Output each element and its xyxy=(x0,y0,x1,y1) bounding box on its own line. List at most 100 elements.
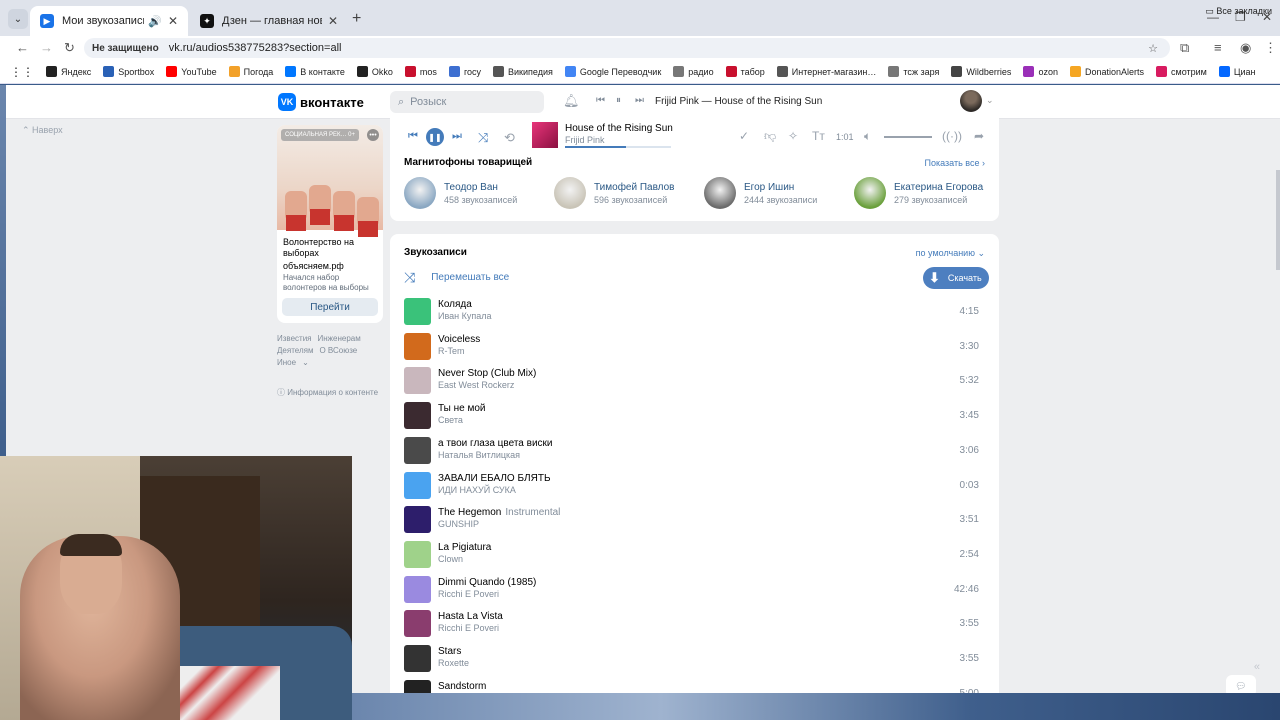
track-artist[interactable]: Света xyxy=(438,415,463,425)
ad-domain[interactable]: объясняем.рф xyxy=(283,261,344,271)
notifications-bell-icon[interactable]: 🔔︎ xyxy=(563,93,580,109)
bookmark-item[interactable]: Wildberries xyxy=(951,66,1011,77)
bookmark-item[interactable]: ozon xyxy=(1023,66,1058,77)
track-cover[interactable] xyxy=(404,540,431,568)
track-cover[interactable] xyxy=(404,367,431,395)
track-row[interactable]: Hasta La Vista Ricchi E Poveri 3:55 xyxy=(404,608,987,638)
ad-more-icon[interactable]: ••• xyxy=(367,129,379,141)
track-artist[interactable]: GUNSHIP xyxy=(438,519,479,529)
chevron-down-icon[interactable]: ⌄ xyxy=(986,95,994,106)
bookmark-item[interactable]: Okko xyxy=(356,66,393,77)
footer-link[interactable]: Известия xyxy=(277,334,312,343)
bookmark-item[interactable]: табор xyxy=(725,66,765,77)
sparkle-icon[interactable]: ✧ xyxy=(788,129,798,143)
bookmark-item[interactable]: Википедия xyxy=(493,66,553,77)
track-artist[interactable]: East West Rockerz xyxy=(438,380,514,390)
next-track-icon[interactable]: ⏭ xyxy=(452,130,462,143)
track-row[interactable]: Коляда Иван Купала 4:15 xyxy=(404,296,987,326)
friend-name[interactable]: Теодор Ван xyxy=(444,182,498,193)
chat-icon[interactable]: 💬︎ xyxy=(1226,675,1256,693)
tab-search-button[interactable]: ⌄ xyxy=(8,9,28,29)
track-row[interactable]: Voiceless R-Tem 3:30 xyxy=(404,331,987,361)
friend-item[interactable]: Екатерина Егорова 279 звукозаписей xyxy=(854,177,1004,211)
friend-item[interactable]: Теодор Ван 458 звукозаписей xyxy=(404,177,554,211)
forward-icon[interactable]: → xyxy=(40,40,53,55)
track-title[interactable]: Hasta La Vista xyxy=(438,611,503,622)
sort-dropdown[interactable]: по умолчанию ⌄ xyxy=(916,248,985,259)
track-artist[interactable]: Roxette xyxy=(438,658,469,668)
ad-card[interactable]: СОЦИАЛЬНАЯ РЕК… 0+ ••• Волонтерство на в… xyxy=(277,125,383,323)
track-row[interactable]: La Pigiatura Clown 2:54 xyxy=(404,539,987,569)
track-title[interactable]: Ты не мой xyxy=(438,403,486,414)
shuffle-icon[interactable]: ⤨ xyxy=(478,130,488,146)
scroll-up-link[interactable]: ⌃ Наверх xyxy=(22,125,63,136)
pause-button[interactable]: ❚❚ xyxy=(426,128,444,146)
track-title[interactable]: The Hegemon xyxy=(438,507,501,518)
search-input[interactable]: ⌕ Розыск xyxy=(390,91,544,113)
tab-dzen[interactable]: ✦ Дзен — главная новостная ин… ✕ xyxy=(190,6,348,36)
track-artist[interactable]: Наталья Витлицкая xyxy=(438,450,520,460)
header-next-icon[interactable]: ⏭ xyxy=(635,95,644,106)
footer-link[interactable]: Деятелям xyxy=(277,346,313,355)
bookmark-item[interactable]: DonationAlerts xyxy=(1069,66,1144,77)
bookmark-item[interactable]: Погода xyxy=(228,66,273,77)
track-artist[interactable]: Ricchi E Poveri xyxy=(438,589,499,599)
track-row[interactable]: Sandstorm5:00 xyxy=(404,678,987,693)
vk-logo[interactable]: VK вконтакте xyxy=(278,93,364,111)
lyrics-icon[interactable]: Tт xyxy=(812,129,825,143)
header-now-playing[interactable]: Frijid Pink — House of the Rising Sun xyxy=(655,96,822,107)
friend-item[interactable]: Тимофей Павлов 596 звукозаписей xyxy=(554,177,704,211)
shuffle-all-button[interactable]: ⤨ Перемешать все xyxy=(404,269,509,286)
footer-link[interactable]: Инженерам xyxy=(318,334,361,343)
volume-icon[interactable]: 🔈︎ xyxy=(864,129,871,144)
all-bookmarks[interactable]: ▭ Все закладки xyxy=(1205,6,1272,17)
track-title[interactable]: ЗАВАЛИ ЕБАЛО БЛЯТЬ xyxy=(438,473,551,484)
extensions-icon[interactable]: ⧉ xyxy=(1180,40,1189,56)
track-row[interactable]: ЗАВАЛИ ЕБАЛО БЛЯТЬ ИДИ НАХУЙ СУКА 0:03 xyxy=(404,470,987,500)
bookmark-item[interactable]: В контакте xyxy=(285,66,345,77)
bookmark-item[interactable]: тсж заря xyxy=(888,66,939,77)
prev-track-icon[interactable]: ⏮ xyxy=(408,130,418,143)
bookmark-item[interactable]: радио xyxy=(673,66,714,77)
track-cover[interactable] xyxy=(404,679,431,693)
track-title[interactable]: Коляда xyxy=(438,299,472,310)
scrollbar[interactable] xyxy=(1276,170,1280,270)
profile-icon[interactable]: ◉ xyxy=(1240,40,1251,56)
track-row[interactable]: Ты не мой Света 3:45 xyxy=(404,400,987,430)
track-title[interactable]: Stars xyxy=(438,646,461,657)
footer-link[interactable]: Иное xyxy=(277,358,296,367)
apps-icon[interactable]: ⋮⋮ xyxy=(10,65,34,79)
track-title[interactable]: Voiceless xyxy=(438,334,480,345)
bookmark-star-icon[interactable]: ☆ xyxy=(1148,42,1158,55)
bookmark-item[interactable]: Циан xyxy=(1218,66,1256,77)
friend-name[interactable]: Тимофей Павлов xyxy=(594,182,675,193)
track-cover[interactable] xyxy=(404,436,431,464)
security-warning[interactable]: Не защищено xyxy=(92,43,159,54)
close-tab-icon[interactable]: ✕ xyxy=(328,14,338,28)
bookmark-item[interactable]: Sportbox xyxy=(103,66,154,77)
bookmark-item[interactable]: госу xyxy=(448,66,481,77)
reload-icon[interactable]: ↻ xyxy=(64,40,75,56)
url-field[interactable]: Не защищено vk.ru/audios538775283?sectio… xyxy=(84,38,1170,58)
ad-go-button[interactable]: Перейти xyxy=(282,298,378,316)
add-check-icon[interactable]: ✓ xyxy=(739,129,749,143)
track-cover[interactable] xyxy=(404,506,431,534)
track-title[interactable]: Sandstorm xyxy=(438,681,486,692)
bookmark-item[interactable]: mos xyxy=(404,66,437,77)
collapse-sidebar-icon[interactable]: « xyxy=(1254,661,1260,673)
repeat-icon[interactable]: ⟲ xyxy=(504,130,515,146)
track-cover[interactable] xyxy=(404,471,431,499)
track-artist[interactable]: Иван Купала xyxy=(438,311,492,321)
track-title[interactable]: а твои глаза цвета виски xyxy=(438,438,553,449)
bookmark-item[interactable]: Яндекс xyxy=(46,66,91,77)
track-row[interactable]: The Hegemon Instrumental GUNSHIP 3:51 xyxy=(404,504,987,534)
track-cover[interactable] xyxy=(404,575,431,603)
tab-audio[interactable]: ▶ Мои звукозаписи 🔊 ✕ xyxy=(30,6,188,36)
header-pause-icon[interactable]: ⏸ xyxy=(616,95,621,106)
bookmark-item[interactable]: Интернет-магазин… xyxy=(776,66,876,77)
friend-item[interactable]: Егор Ишин 2444 звукозаписи xyxy=(704,177,854,211)
dislike-icon[interactable]: 👎︎ xyxy=(764,129,776,144)
track-row[interactable]: Dimmi Quando (1985) Ricchi E Poveri 42:46 xyxy=(404,574,987,604)
bookmark-item[interactable]: смотрим xyxy=(1156,66,1207,77)
volume-slider[interactable] xyxy=(884,136,932,138)
